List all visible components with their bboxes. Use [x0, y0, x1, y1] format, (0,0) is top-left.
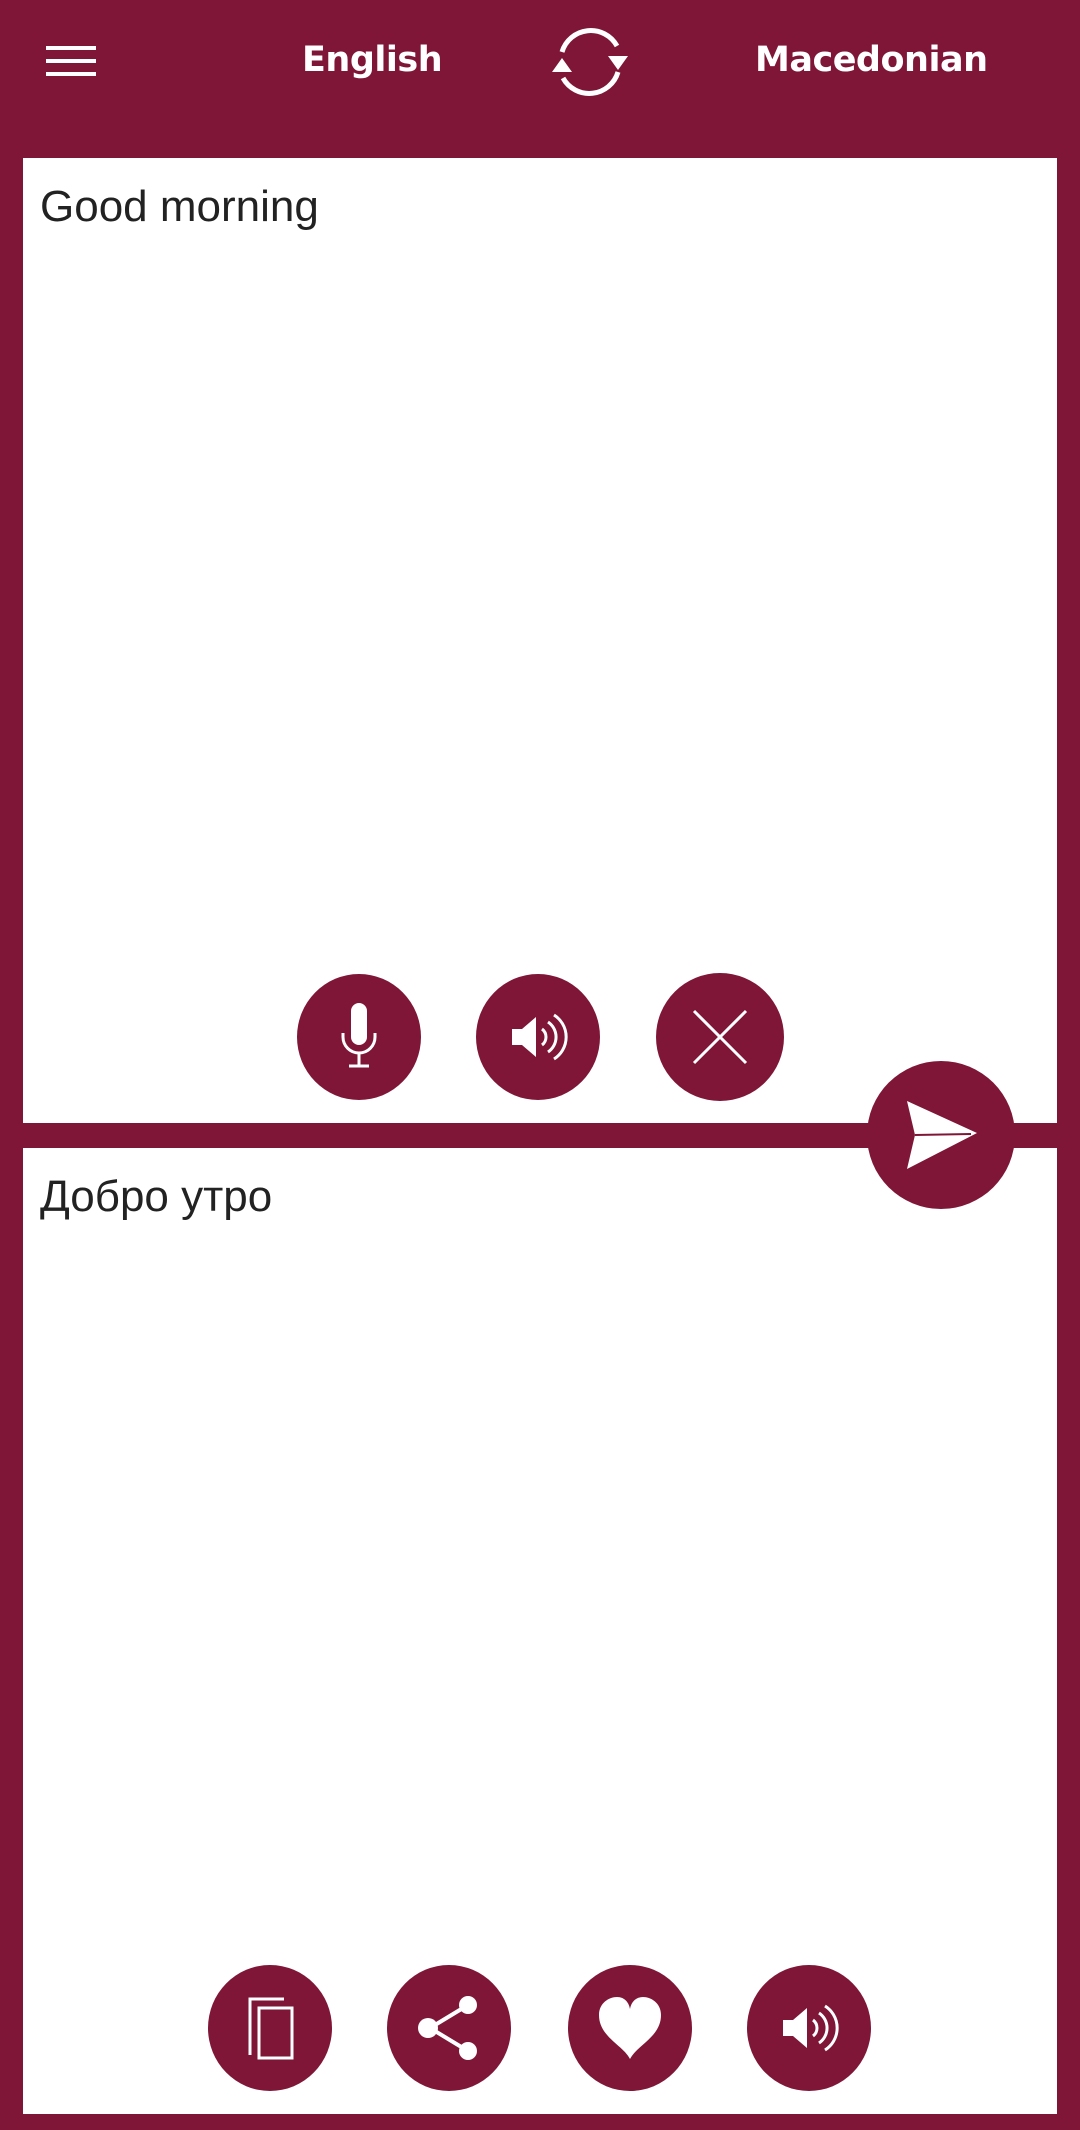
target-language-selector[interactable]: Macedonian	[755, 40, 988, 80]
share-icon	[418, 1996, 477, 2060]
swap-languages-icon	[552, 28, 628, 96]
source-language-selector[interactable]: English	[302, 40, 443, 80]
speak-output-button[interactable]	[747, 1965, 871, 2091]
speaker-icon	[512, 1013, 568, 1061]
clear-button[interactable]	[656, 973, 784, 1101]
send-icon	[907, 1101, 977, 1169]
close-icon	[692, 1009, 748, 1065]
input-panel: Good morning	[23, 158, 1057, 1123]
hamburger-menu-icon	[46, 46, 96, 76]
menu-button[interactable]	[46, 46, 96, 80]
translate-button[interactable]	[867, 1061, 1015, 1209]
swap-languages-button[interactable]	[542, 22, 638, 102]
share-button[interactable]	[387, 1965, 511, 2091]
top-app-bar: English Macedonian	[0, 0, 1080, 130]
input-text-field[interactable]: Good morning	[40, 182, 319, 232]
favorite-button[interactable]	[568, 1965, 692, 2091]
copy-button[interactable]	[208, 1965, 332, 2091]
copy-icon	[248, 1997, 294, 2060]
output-panel: Добро утро	[23, 1148, 1057, 2114]
heart-icon	[599, 1997, 661, 2059]
speak-input-button[interactable]	[476, 974, 600, 1100]
microphone-button[interactable]	[297, 974, 421, 1100]
speaker-icon	[783, 2004, 839, 2052]
translated-text: Добро утро	[40, 1172, 273, 1221]
microphone-icon	[341, 1003, 377, 1068]
